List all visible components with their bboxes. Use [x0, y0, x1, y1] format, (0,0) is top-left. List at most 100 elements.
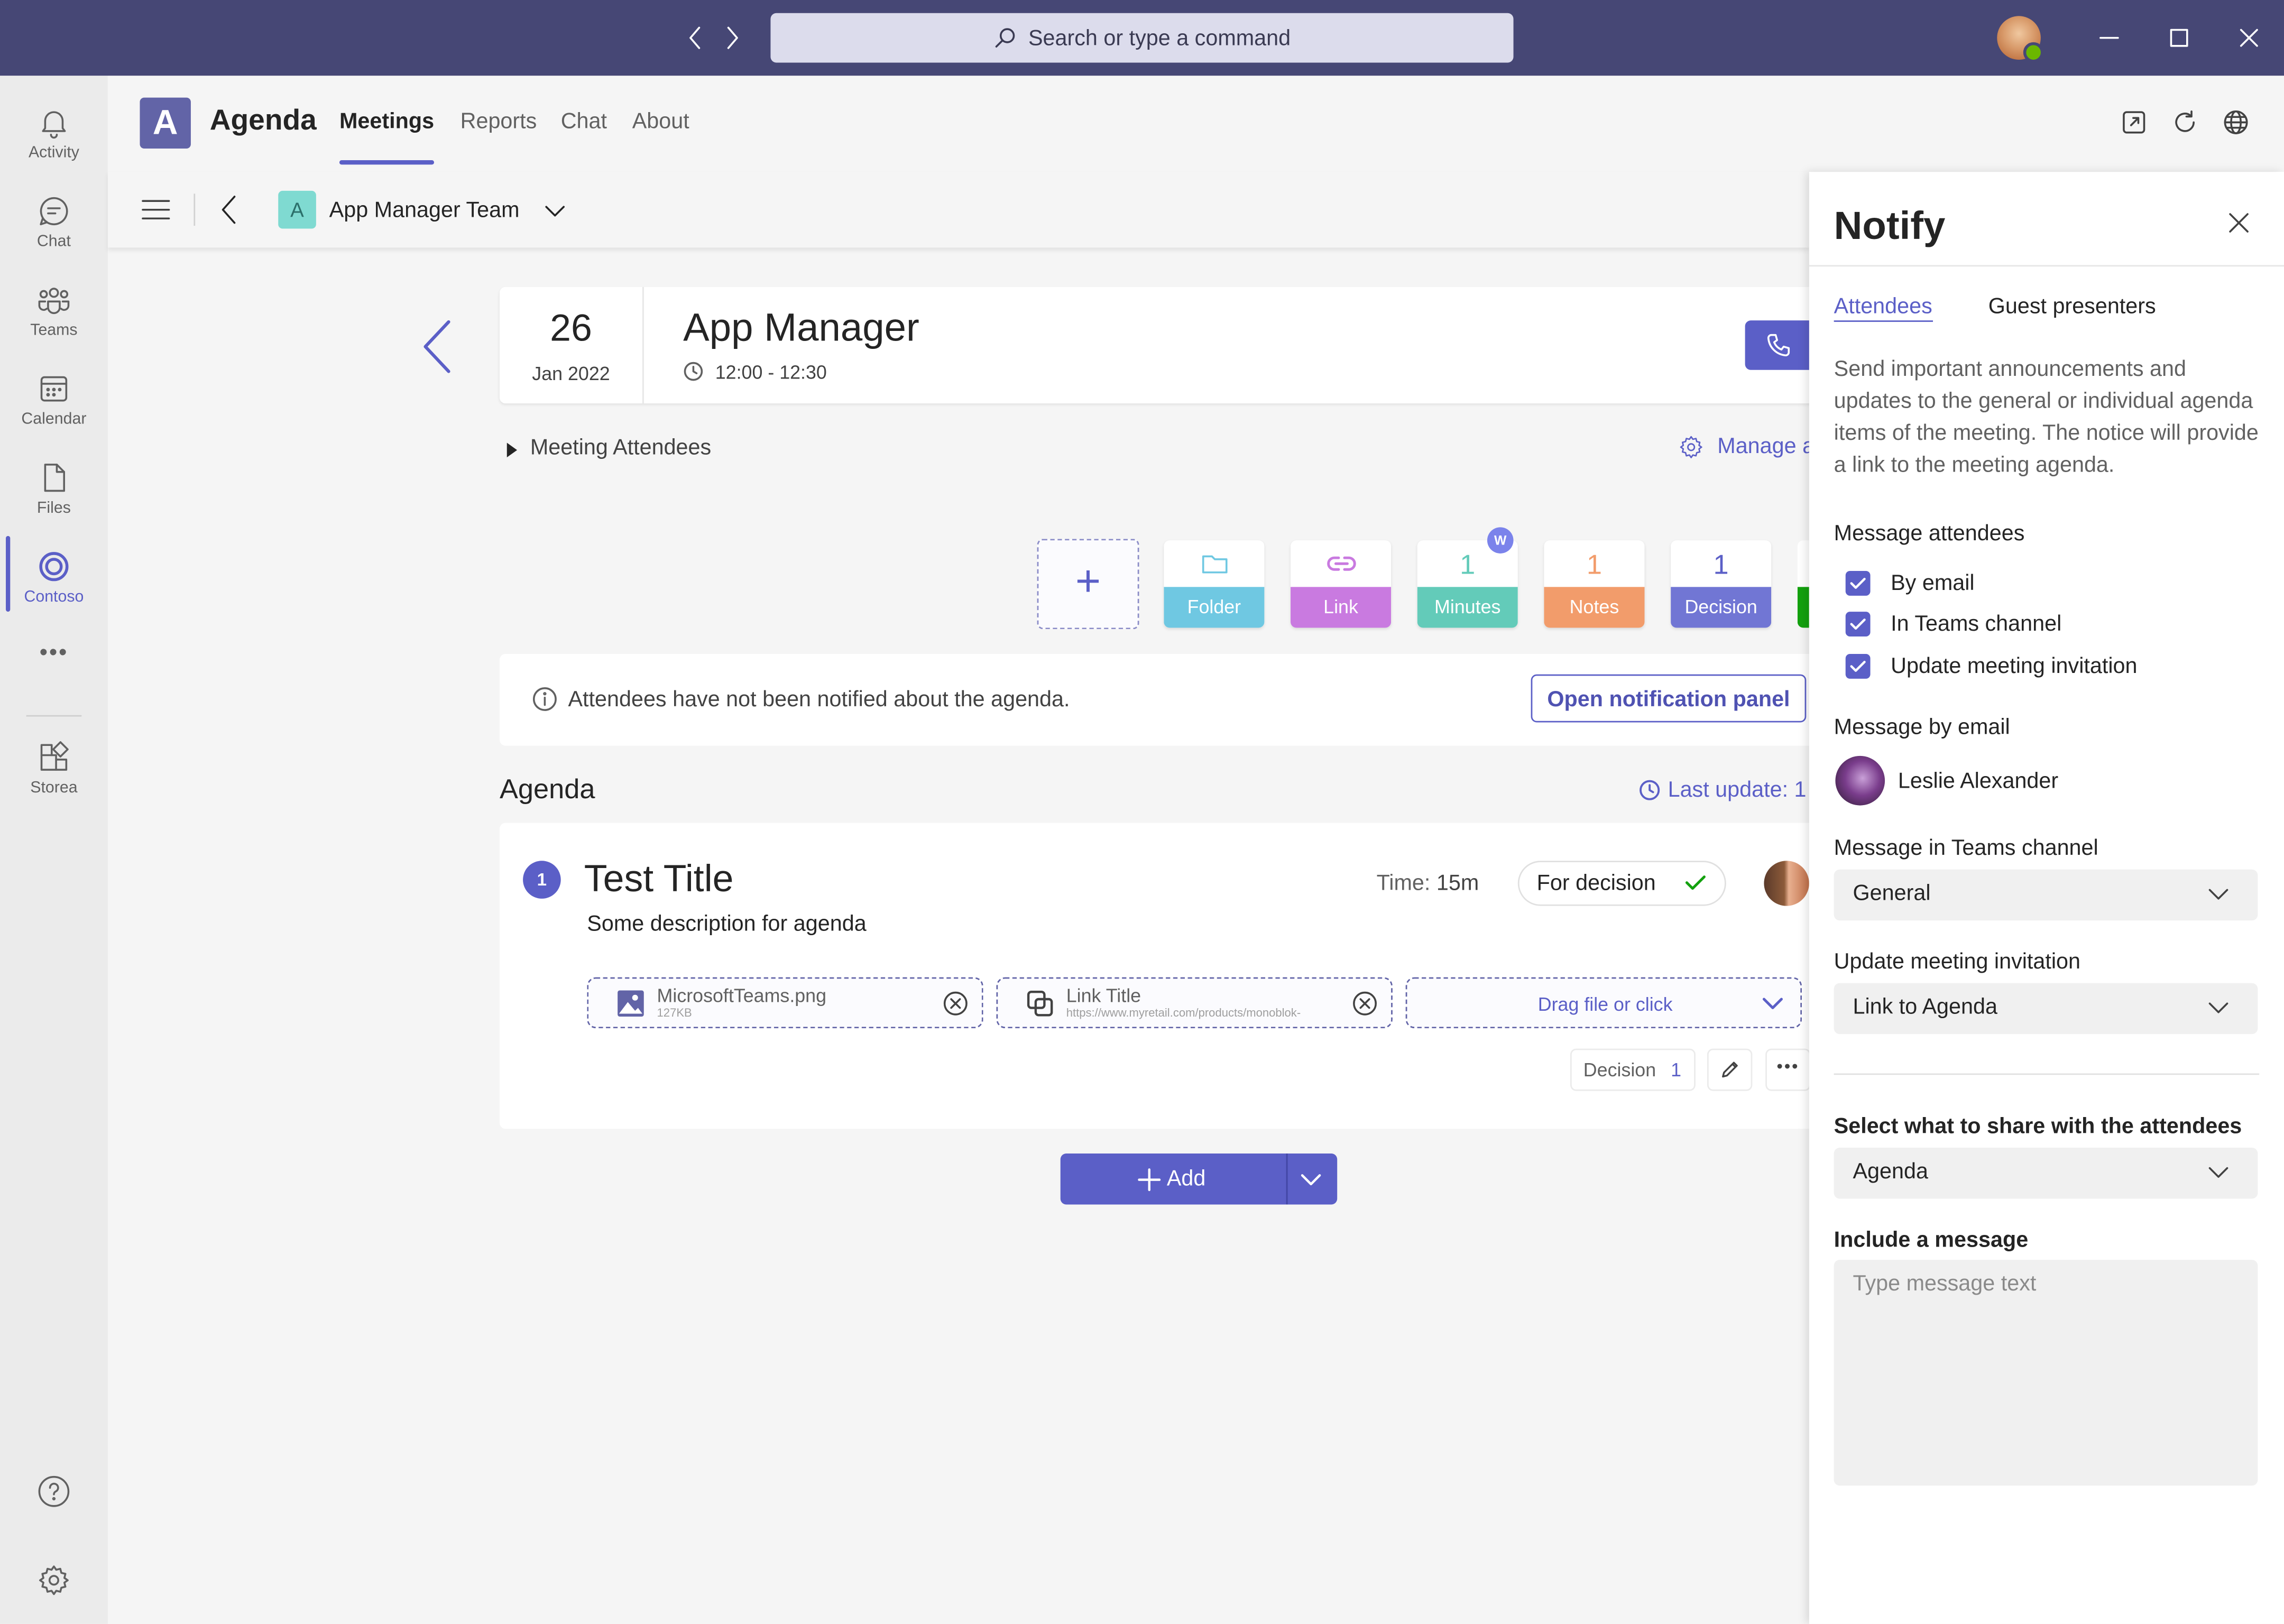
rail-item-chat[interactable]: Chat — [0, 193, 108, 251]
open-notification-panel-button[interactable]: Open notification panel — [1531, 674, 1807, 723]
tile-label: Folder — [1164, 587, 1265, 628]
chevron-down-icon[interactable] — [1761, 995, 1784, 1012]
checkbox-by-email[interactable]: By email — [1845, 568, 1975, 597]
chevron-down-icon[interactable] — [544, 201, 567, 222]
tile-label: Link — [1291, 587, 1392, 628]
meeting-month-year: Jan 2022 — [532, 363, 610, 385]
rail-label-storea: Storea — [30, 779, 78, 797]
apps-icon — [0, 740, 108, 775]
agenda-item-description: Some description for agenda — [587, 911, 867, 937]
gear-icon — [0, 1563, 108, 1598]
email-person-name: Leslie Alexander — [1898, 769, 2059, 794]
more-apps-label: ••• — [39, 641, 69, 666]
rail-item-contoso[interactable]: Contoso — [0, 549, 108, 606]
app-header — [107, 76, 2284, 172]
add-label: Add — [1166, 1166, 1206, 1192]
tab-guest-presenters[interactable]: Guest presenters — [1988, 294, 2156, 319]
dropdown-value: Link to Agenda — [1853, 994, 1997, 1020]
help-button[interactable] — [0, 1474, 108, 1513]
back-icon[interactable] — [218, 193, 239, 226]
date-divider — [642, 287, 644, 404]
maximize-icon[interactable] — [2168, 26, 2191, 50]
attendees-expand-caret[interactable] — [506, 442, 518, 458]
add-split-divider — [1286, 1154, 1288, 1205]
panel-divider — [1809, 265, 2284, 267]
tile-link[interactable]: Link — [1291, 540, 1392, 628]
agenda-heading: Agenda — [499, 774, 595, 806]
remove-attachment-icon[interactable] — [1352, 990, 1378, 1017]
time-label: Time: — [1376, 871, 1431, 896]
add-tile-button[interactable]: + — [1037, 539, 1139, 630]
manage-link[interactable]: Manage a — [1717, 434, 1815, 459]
more-options-button[interactable]: ••• — [1765, 1048, 1811, 1091]
more-apps-icon[interactable]: ••• — [0, 641, 108, 667]
refresh-icon[interactable] — [2172, 109, 2198, 136]
share-dropdown[interactable]: Agenda — [1834, 1148, 2258, 1199]
checkbox-update-invitation[interactable]: Update meeting invitation — [1845, 651, 2138, 680]
rail-item-files[interactable]: Files — [0, 460, 108, 517]
chevron-down-icon — [2208, 1164, 2229, 1181]
status-dropdown[interactable]: For decision — [1517, 861, 1726, 906]
checkbox-checked-icon — [1845, 611, 1871, 636]
meeting-attendees-toggle[interactable]: Meeting Attendees — [530, 436, 711, 460]
close-window-icon[interactable] — [2237, 26, 2261, 50]
link-title: Link Title — [1066, 984, 1141, 1007]
rail-label-contoso: Contoso — [24, 588, 84, 606]
rail-item-calendar[interactable]: Calendar — [0, 372, 108, 428]
panel-section-divider — [1834, 1073, 2260, 1075]
team-name[interactable]: App Manager Team — [329, 198, 520, 223]
tile-partial[interactable] — [1797, 540, 1809, 628]
tile-decision[interactable]: 1 Decision — [1671, 540, 1772, 628]
tile-notes[interactable]: 1 Notes — [1544, 540, 1645, 628]
folder-icon — [1164, 550, 1264, 577]
share-label: Select what to share with the attendees — [1834, 1114, 2242, 1139]
attachment-file[interactable]: MicrosoftTeams.png 127KB — [587, 977, 983, 1029]
rail-item-activity[interactable]: Activity — [0, 105, 108, 162]
remove-attachment-icon[interactable] — [943, 990, 969, 1017]
decision-count-chip[interactable]: Decision 1 — [1570, 1048, 1696, 1091]
edit-button[interactable] — [1707, 1048, 1753, 1091]
tile-minutes[interactable]: 1 Minutes — [1417, 540, 1518, 628]
chevron-down-icon[interactable] — [1300, 1169, 1323, 1190]
tab-about[interactable]: About — [632, 109, 689, 134]
file-drop-zone[interactable]: Drag file or click — [1405, 977, 1802, 1029]
back-arrow-icon[interactable] — [685, 25, 705, 51]
teams-channel-dropdown[interactable]: General — [1834, 869, 2258, 921]
rail-label-chat: Chat — [36, 233, 71, 251]
rail-item-storea[interactable]: Storea — [0, 740, 108, 797]
panel-title: Notify — [1834, 204, 1946, 248]
person-avatar — [1835, 755, 1885, 806]
previous-meeting-icon[interactable] — [418, 318, 456, 376]
settings-button[interactable] — [0, 1563, 108, 1602]
drop-hint: Drag file or click — [1537, 993, 1673, 1016]
message-attendees-label: Message attendees — [1834, 521, 2025, 547]
tab-reports[interactable]: Reports — [461, 109, 537, 134]
phone-icon — [1765, 332, 1792, 358]
tile-label: Notes — [1544, 587, 1645, 628]
tile-label: Decision — [1671, 587, 1772, 628]
popout-icon[interactable] — [2121, 109, 2147, 136]
app-logo: A — [140, 97, 191, 149]
invitation-dropdown[interactable]: Link to Agenda — [1834, 983, 2258, 1035]
dropdown-value: Agenda — [1853, 1159, 1928, 1184]
tab-chat[interactable]: Chat — [561, 109, 607, 134]
search-box[interactable]: Search or type a command — [770, 13, 1514, 63]
chevron-down-icon — [2208, 885, 2229, 903]
user-avatar[interactable] — [1997, 16, 2044, 63]
tab-attendees[interactable]: Attendees — [1834, 294, 1932, 322]
checkbox-in-teams-channel[interactable]: In Teams channel — [1845, 609, 2061, 638]
presenter-avatar[interactable] — [1764, 861, 1809, 906]
add-agenda-item-button[interactable]: Add — [1060, 1154, 1338, 1205]
teams-channel-label: Message in Teams channel — [1834, 836, 2098, 861]
attachment-name: MicrosoftTeams.png — [657, 984, 827, 1007]
rail-divider — [26, 715, 82, 717]
tile-folder[interactable]: Folder — [1164, 540, 1265, 628]
close-icon[interactable] — [2227, 211, 2251, 234]
hamburger-menu-icon[interactable] — [141, 197, 170, 223]
tab-meetings[interactable]: Meetings — [339, 109, 434, 134]
globe-icon[interactable] — [2223, 109, 2249, 136]
forward-arrow-icon[interactable] — [723, 25, 743, 51]
attachment-link[interactable]: Link Title https://www.myretail.com/prod… — [996, 977, 1393, 1029]
rail-item-teams[interactable]: Teams — [0, 282, 108, 339]
minimize-icon[interactable] — [2097, 26, 2121, 50]
